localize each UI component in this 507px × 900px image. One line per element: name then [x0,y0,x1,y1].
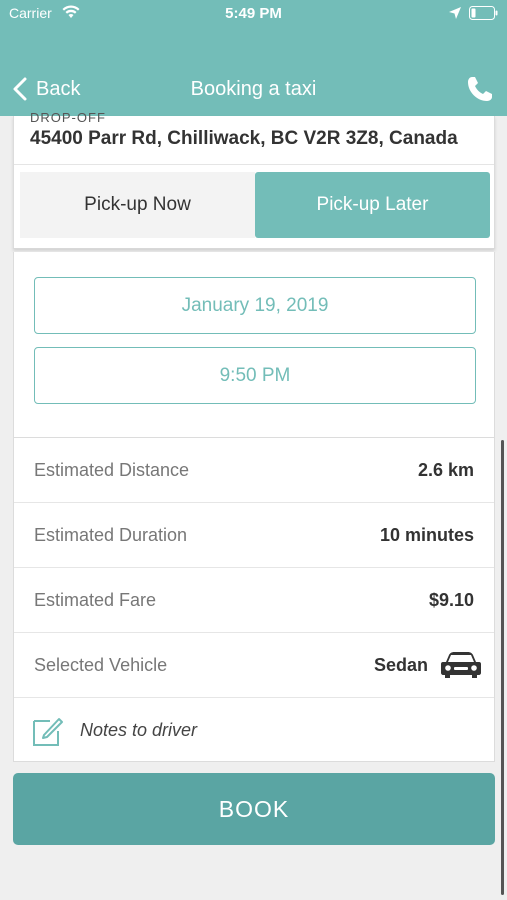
selected-vehicle-row[interactable]: Selected Vehicle Sedan [14,633,494,698]
divider [14,164,494,165]
schedule-card: January 19, 2019 9:50 PM [13,252,495,437]
page-title: Booking a taxi [190,78,317,100]
duration-label: Estimated Duration [34,525,188,545]
notes-to-driver-row[interactable]: Notes to driver [14,698,494,763]
trip-estimates-card: Estimated Distance 2.6 km Estimated Dura… [13,437,495,762]
edit-note-icon [33,718,63,746]
time-picker[interactable]: 9:50 PM [34,347,476,404]
battery-icon [469,6,498,20]
pickup-mode-toggle: Pick-up Now Pick-up Later [20,172,490,238]
notes-label: Notes to driver [80,720,198,740]
fare-value: $9.10 [428,590,474,610]
vehicle-value: Sedan [373,655,428,675]
clock: 5:49 PM [225,5,282,22]
scroll-indicator [501,440,504,895]
book-button[interactable]: BOOK [13,773,495,845]
dropoff-card: DROP-OFF 45400 Parr Rd, Chilliwack, BC V… [13,110,495,249]
navigation-bar: Back Booking a taxi [0,66,507,110]
phone-icon[interactable] [465,74,495,104]
date-picker[interactable]: January 19, 2019 [34,277,476,334]
estimated-duration-row: Estimated Duration 10 minutes [14,503,494,568]
pickup-later-button[interactable]: Pick-up Later [255,172,490,238]
fare-label: Estimated Fare [34,590,157,610]
dropoff-address[interactable]: 45400 Parr Rd, Chilliwack, BC V2R 3Z8, C… [30,128,492,150]
status-bar: Carrier 5:49 PM [0,0,507,28]
distance-label: Estimated Distance [34,460,190,480]
pickup-now-button[interactable]: Pick-up Now [20,172,255,238]
estimated-distance-row: Estimated Distance 2.6 km [14,438,494,503]
estimated-fare-row: Estimated Fare $9.10 [14,568,494,633]
location-arrow-icon [449,7,461,19]
duration-value: 10 minutes [379,525,474,545]
dropoff-label: DROP-OFF [30,110,106,125]
app-header: Carrier 5:49 PM Back Booking a taxi [0,0,507,116]
distance-value: 2.6 km [417,460,474,480]
car-icon [441,652,481,678]
vehicle-label: Selected Vehicle [34,655,168,675]
